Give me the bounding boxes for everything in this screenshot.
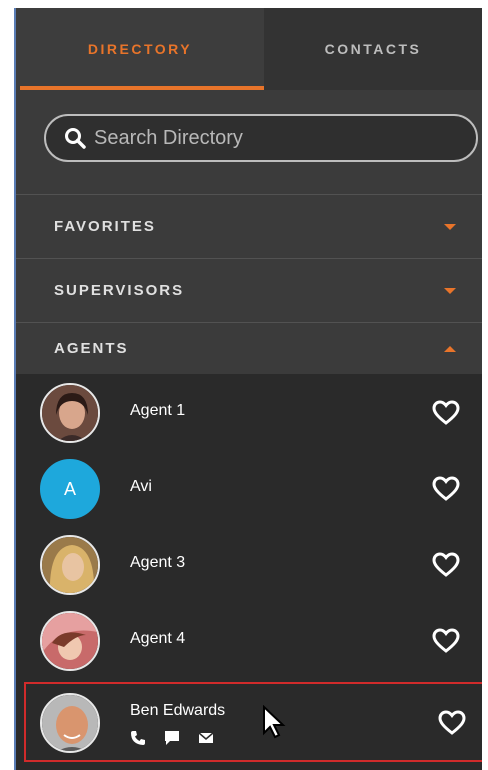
contact-actions <box>130 730 214 746</box>
section-favorites[interactable]: FAVORITES <box>16 194 482 258</box>
agent-row[interactable]: Agent 3 <box>16 526 482 602</box>
tab-directory-label: DIRECTORY <box>87 41 193 57</box>
section-supervisors-label: SUPERVISORS <box>54 282 185 299</box>
tab-directory[interactable]: DIRECTORY <box>16 8 264 90</box>
tab-contacts[interactable]: CONTACTS <box>264 8 482 90</box>
avatar <box>40 383 100 443</box>
search-box[interactable] <box>44 114 478 162</box>
agent-list: Agent 1 A Avi Agent 3 Agent 4 Ben Edward… <box>16 374 482 770</box>
agent-name: Ben Edwards <box>130 702 226 719</box>
avatar <box>40 611 100 671</box>
tab-bar: DIRECTORY CONTACTS <box>16 8 482 90</box>
agent-name: Avi <box>130 478 152 495</box>
avatar <box>40 693 100 753</box>
mouse-cursor-icon <box>263 705 286 739</box>
agent-row[interactable]: Agent 4 <box>16 602 482 678</box>
favorite-heart-icon[interactable] <box>432 552 460 578</box>
favorite-heart-icon[interactable] <box>432 628 460 654</box>
email-icon[interactable] <box>198 730 214 746</box>
agent-row[interactable]: A Avi <box>16 450 482 526</box>
search-icon <box>64 127 86 149</box>
favorite-heart-icon[interactable] <box>432 400 460 426</box>
favorite-heart-icon[interactable] <box>432 476 460 502</box>
agent-name: Agent 1 <box>130 402 186 419</box>
section-agents[interactable]: AGENTS <box>16 322 482 374</box>
search-input[interactable] <box>94 126 454 150</box>
directory-panel: DIRECTORY CONTACTS FAVORITES SUPERVISORS… <box>14 8 482 770</box>
agent-row-selected[interactable]: Ben Edwards <box>24 682 482 762</box>
search-area <box>16 90 482 194</box>
chat-icon[interactable] <box>164 730 180 746</box>
favorite-heart-icon[interactable] <box>438 710 466 736</box>
section-supervisors[interactable]: SUPERVISORS <box>16 258 482 322</box>
section-agents-label: AGENTS <box>54 340 129 357</box>
avatar <box>40 535 100 595</box>
avatar-initial: A <box>63 478 76 499</box>
phone-icon[interactable] <box>130 730 146 746</box>
tab-contacts-label: CONTACTS <box>324 41 422 57</box>
chevron-down-icon <box>444 287 456 294</box>
agent-name: Agent 3 <box>130 554 186 571</box>
section-favorites-label: FAVORITES <box>54 218 156 235</box>
avatar: A <box>40 459 100 519</box>
chevron-up-icon <box>444 345 456 352</box>
agent-name: Agent 4 <box>130 630 186 647</box>
agent-row[interactable]: Agent 1 <box>16 374 482 450</box>
chevron-down-icon <box>444 223 456 230</box>
